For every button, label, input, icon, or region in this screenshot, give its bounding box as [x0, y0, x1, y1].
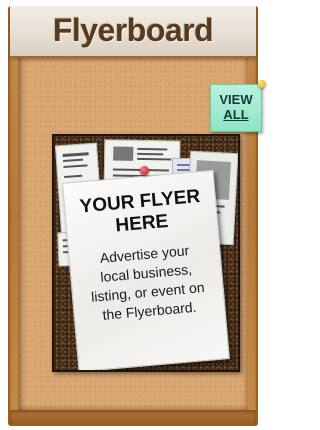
pin-icon [258, 80, 266, 88]
your-flyer-here-promo[interactable]: YOUR FLYER HERE Advertise your local bus… [62, 169, 230, 370]
view-all-label-line1: VIEW [219, 92, 253, 107]
header-banner: Flyerboard [10, 6, 256, 58]
promo-title: YOUR FLYER HERE [64, 185, 217, 242]
view-all-label-line2: ALL [223, 107, 249, 122]
featured-flyer-card[interactable]: YOUR FLYER HERE Advertise your local bus… [52, 134, 240, 372]
view-all-button[interactable]: VIEW ALL [210, 84, 262, 132]
flyerboard-widget: Flyerboard VIEW ALL YOUR FLYER HERE Adve… [8, 6, 266, 426]
frame-bottom [10, 410, 256, 424]
page-title: Flyerboard [52, 12, 214, 48]
promo-body: Advertise your local business, listing, … [73, 239, 221, 327]
push-pin-icon [140, 166, 149, 175]
